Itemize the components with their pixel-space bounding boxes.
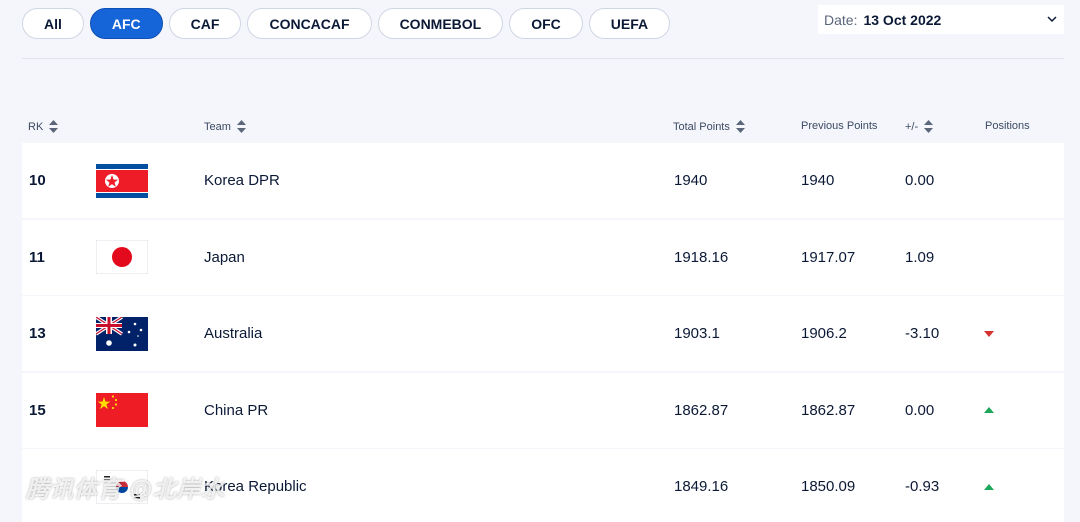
sort-icon — [924, 120, 934, 133]
points-diff: 0.00 — [905, 401, 935, 419]
rank-value: 13 — [29, 325, 46, 342]
confederation-tabs: All AFC CAF CONCACAF CONMEBOL OFC UEFA — [22, 8, 671, 39]
rank-value: 15 — [29, 401, 46, 419]
divider — [22, 58, 1064, 59]
china-flag-icon — [96, 373, 148, 448]
table-row[interactable]: Korea Republic 1849.16 1850.09 -0.93 — [22, 449, 1064, 522]
points-diff: 0.00 — [905, 172, 935, 189]
header-team-label: Team — [204, 120, 231, 133]
tab-concacaf[interactable]: CONCACAF — [247, 8, 372, 39]
tab-uefa[interactable]: UEFA — [588, 8, 671, 39]
tab-afc[interactable]: AFC — [89, 8, 163, 39]
rank-value: 11 — [29, 248, 45, 266]
header-previous-points: Previous Points — [801, 120, 877, 132]
chevron-down-icon — [1046, 14, 1058, 26]
date-select[interactable]: Date: 13 Oct 2022 — [818, 5, 1064, 34]
header-total-points[interactable]: Total Points — [673, 120, 745, 133]
header-plus-minus-label: +/- — [905, 120, 919, 133]
points-diff: 1.09 — [905, 248, 935, 266]
total-points: 1918.16 — [674, 248, 729, 266]
previous-points: 1850.09 — [801, 478, 856, 495]
table-row[interactable]: 11 Japan 1918.16 1917.07 1.09 — [22, 219, 1064, 295]
sort-icon — [49, 120, 59, 133]
total-points: 1862.87 — [674, 401, 729, 419]
table-row[interactable]: 15 China PR 1862.87 1862.87 0.00 — [22, 372, 1064, 448]
header-positions: Positions — [985, 120, 1030, 132]
total-points: 1903.1 — [674, 325, 720, 342]
previous-points: 1862.87 — [801, 401, 856, 419]
date-label: Date: — [824, 11, 858, 28]
position-up-icon — [984, 373, 994, 448]
australia-flag-icon — [96, 296, 148, 371]
table-header: RK Team Total Points Previous Points +/-… — [22, 118, 1064, 138]
previous-points: 1917.07 — [801, 248, 856, 266]
team-name[interactable]: Korea DPR — [204, 143, 280, 218]
header-team[interactable]: Team — [204, 120, 246, 133]
tab-caf[interactable]: CAF — [168, 8, 242, 39]
position-up-icon — [984, 449, 994, 522]
table-row[interactable]: 10 Korea DPR 1940 1940 0.00 — [22, 143, 1064, 218]
total-points: 1940 — [674, 172, 708, 189]
japan-flag-icon — [96, 220, 148, 295]
team-name[interactable]: China PR — [204, 373, 268, 448]
header-plus-minus[interactable]: +/- — [905, 120, 934, 133]
tab-conmebol[interactable]: CONMEBOL — [377, 8, 504, 39]
table-row[interactable]: 13 Australia 1903.1 1906.2 -3.10 — [22, 296, 1064, 371]
total-points: 1849.16 — [674, 478, 729, 495]
previous-points: 1940 — [801, 172, 835, 189]
team-name[interactable]: Japan — [204, 220, 245, 295]
header-total-points-label: Total Points — [673, 120, 730, 133]
rank-value: 10 — [29, 172, 46, 189]
korea-dpr-flag-icon — [96, 143, 148, 218]
header-previous-points-label: Previous Points — [801, 120, 878, 132]
points-diff: -0.93 — [905, 478, 940, 495]
ranking-table: 10 Korea DPR 1940 1940 0.00 11 Japan 191… — [22, 143, 1064, 522]
sort-icon — [735, 120, 745, 133]
points-diff: -3.10 — [905, 325, 940, 342]
tab-ofc[interactable]: OFC — [509, 8, 583, 39]
previous-points: 1906.2 — [801, 325, 847, 342]
team-name[interactable]: Korea Republic — [204, 449, 307, 522]
korea-republic-flag-icon — [96, 449, 148, 522]
sort-icon — [236, 120, 246, 133]
date-value: 13 Oct 2022 — [863, 11, 942, 28]
header-positions-label: Positions — [985, 120, 1030, 132]
team-name[interactable]: Australia — [204, 296, 262, 371]
header-rk-label: RK — [28, 120, 44, 133]
header-rk[interactable]: RK — [28, 120, 59, 133]
tab-all[interactable]: All — [22, 8, 84, 39]
position-down-icon — [984, 296, 994, 371]
